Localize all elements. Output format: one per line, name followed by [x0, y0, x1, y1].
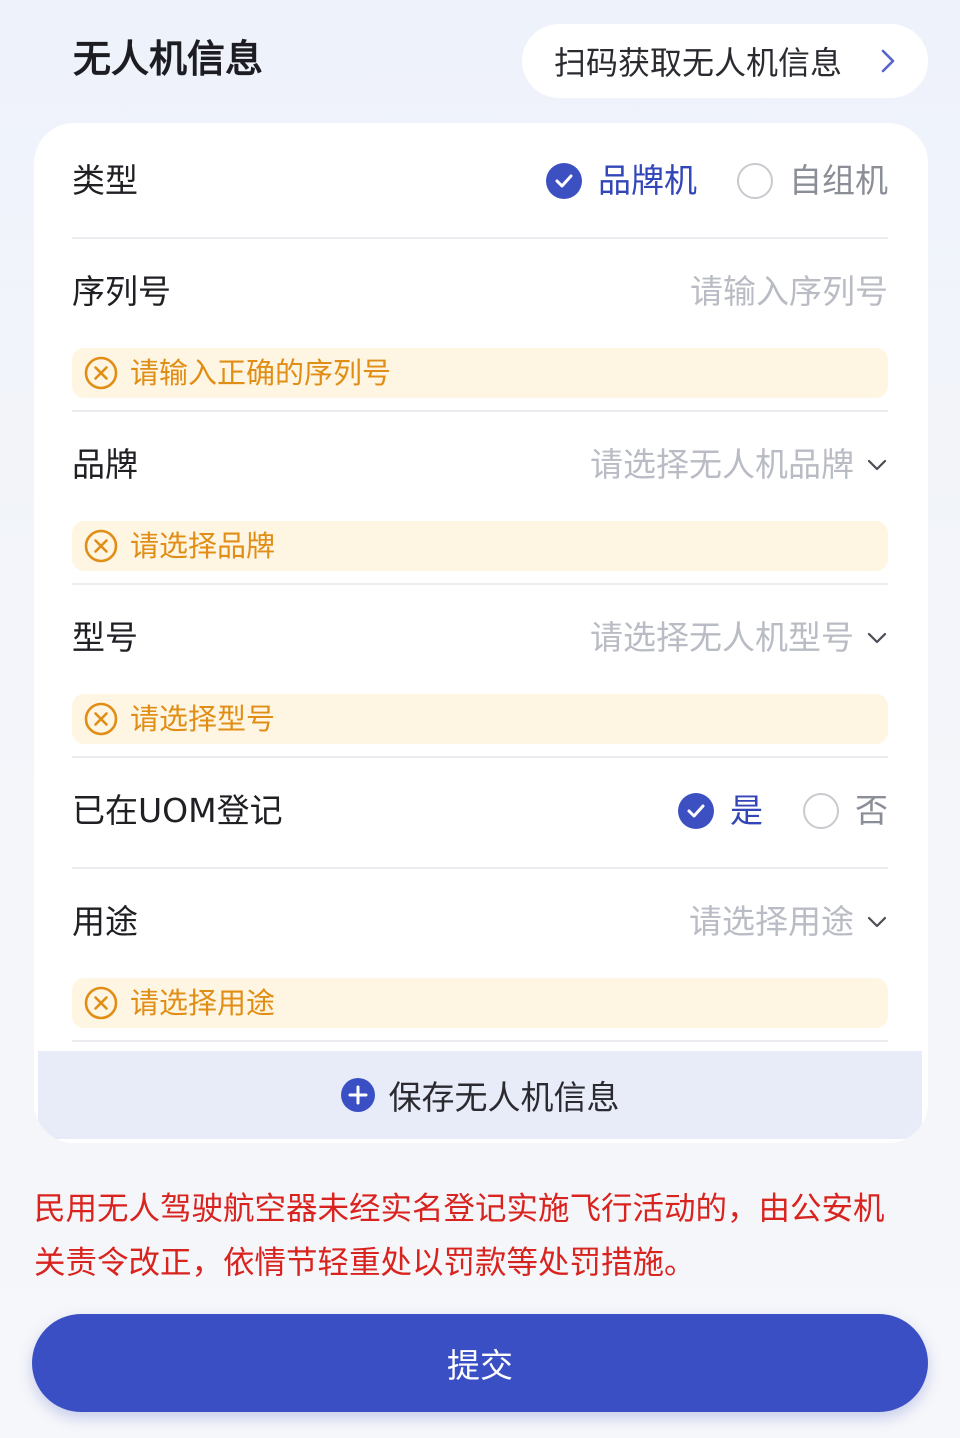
radio-unchecked-icon	[803, 793, 839, 829]
uom-option-no-label: 否	[855, 791, 888, 830]
type-option-brand[interactable]: 品牌机	[546, 161, 697, 201]
error-circle-x-icon	[84, 529, 118, 563]
scan-qr-button[interactable]: 扫码获取无人机信息	[522, 24, 928, 98]
error-circle-x-icon	[84, 702, 118, 736]
model-row[interactable]: 型号 请选择无人机型号	[72, 618, 888, 658]
usage-row[interactable]: 用途 请选择用途	[72, 902, 888, 942]
type-row: 类型 品牌机 自组机	[72, 161, 888, 201]
serial-input[interactable]: 请输入序列号	[690, 272, 888, 312]
brand-label: 品牌	[72, 445, 138, 484]
serial-row[interactable]: 序列号 请输入序列号	[72, 272, 888, 312]
scan-qr-label: 扫码获取无人机信息	[554, 44, 843, 82]
brand-row[interactable]: 品牌 请选择无人机品牌	[72, 445, 888, 485]
usage-error: 请选择用途	[72, 978, 888, 1028]
serial-error-text: 请输入正确的序列号	[130, 356, 392, 390]
plus-circle-icon	[340, 1078, 375, 1112]
usage-label: 用途	[72, 902, 138, 941]
submit-button[interactable]: 提交	[32, 1314, 928, 1412]
error-circle-x-icon	[84, 986, 118, 1020]
usage-error-text: 请选择用途	[130, 986, 276, 1020]
brand-error: 请选择品牌	[72, 521, 888, 571]
uom-row: 已在UOM登记 是 否	[72, 791, 888, 831]
divider	[72, 237, 888, 239]
uom-label: 已在UOM登记	[72, 791, 283, 830]
serial-label: 序列号	[72, 272, 171, 311]
uom-option-no[interactable]: 否	[803, 791, 888, 831]
chevron-down-icon	[867, 916, 887, 928]
type-option-custom-label: 自组机	[789, 161, 888, 200]
divider	[72, 410, 888, 412]
radio-checked-icon	[678, 793, 714, 829]
divider	[72, 583, 888, 585]
chevron-down-icon	[867, 459, 887, 471]
chevron-down-icon	[867, 632, 887, 644]
radio-checked-icon	[546, 163, 582, 199]
divider	[72, 867, 888, 869]
model-label: 型号	[72, 618, 138, 657]
model-error-text: 请选择型号	[130, 702, 276, 736]
usage-select[interactable]: 请选择用途	[689, 902, 854, 942]
registration-warning-text: 民用无人驾驶航空器未经实名登记实施飞行活动的，由公安机关责令改正，依情节轻重处以…	[34, 1191, 885, 1281]
type-option-custom[interactable]: 自组机	[737, 161, 888, 201]
divider	[72, 756, 888, 758]
type-label: 类型	[72, 161, 138, 200]
brand-error-text: 请选择品牌	[130, 529, 276, 563]
uom-option-yes[interactable]: 是	[678, 791, 763, 831]
model-select[interactable]: 请选择无人机型号	[590, 618, 854, 658]
drone-info-card: 类型 品牌机 自组机 序列号 请输入序列号 请输入正确的序列号 品牌 请选择无人…	[34, 123, 928, 1143]
error-circle-x-icon	[84, 356, 118, 390]
page-title: 无人机信息	[73, 37, 264, 81]
uom-radio-group: 是 否	[678, 791, 888, 831]
type-radio-group: 品牌机 自组机	[546, 161, 888, 201]
uom-option-yes-label: 是	[730, 791, 763, 830]
model-error: 请选择型号	[72, 694, 888, 744]
radio-unchecked-icon	[737, 163, 773, 199]
save-drone-info-label: 保存无人机信息	[388, 1078, 620, 1117]
save-drone-info-button[interactable]: 保存无人机信息	[38, 1051, 922, 1139]
chevron-right-icon	[881, 49, 895, 73]
type-option-brand-label: 品牌机	[598, 161, 697, 200]
serial-error: 请输入正确的序列号	[72, 348, 888, 398]
divider	[72, 1040, 888, 1042]
submit-label: 提交	[447, 1346, 513, 1385]
brand-select[interactable]: 请选择无人机品牌	[590, 445, 854, 485]
